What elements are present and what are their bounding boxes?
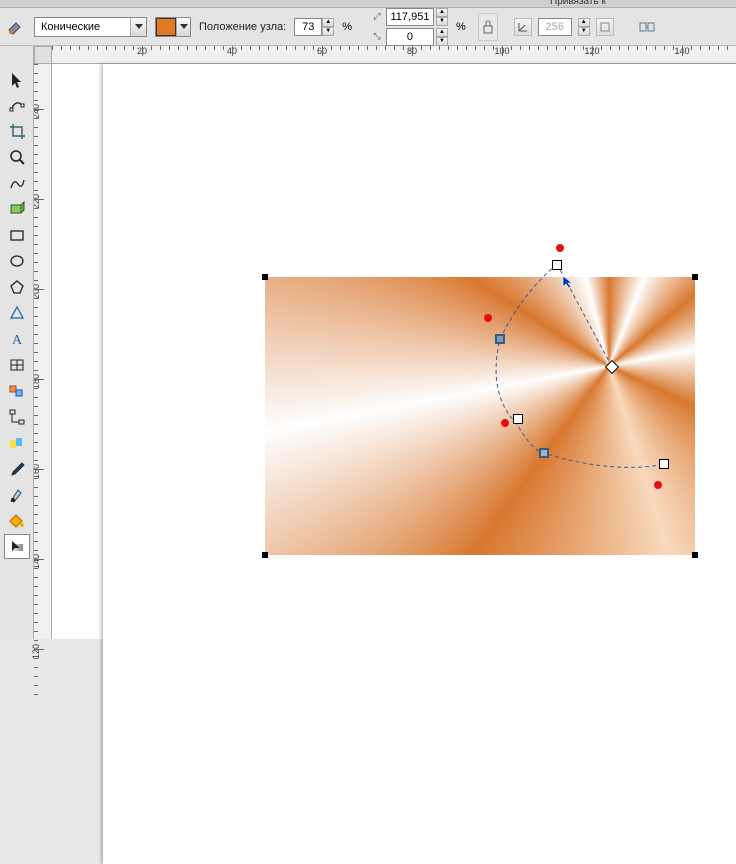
lock-button[interactable]: [478, 13, 498, 41]
pick-tool[interactable]: [4, 66, 30, 91]
crop-tool[interactable]: [4, 118, 30, 143]
ellipse-tool-icon: [8, 252, 26, 270]
midpoint-dot-2[interactable]: [484, 314, 492, 322]
outline-tool[interactable]: [4, 482, 30, 507]
color-swatch: [156, 18, 176, 36]
vertical-ruler[interactable]: 240220200180160140120: [34, 64, 52, 639]
interactive-fill-tool[interactable]: [4, 534, 30, 559]
crop-tool-icon: [8, 122, 26, 140]
interactive-fill-tool-icon: [8, 538, 26, 556]
node-position-input[interactable]: [294, 18, 322, 36]
steps-input[interactable]: [538, 18, 572, 36]
smart-fill-tool[interactable]: [4, 196, 30, 221]
chevron-down-icon: [180, 24, 188, 29]
blend-tool-icon: [8, 434, 26, 452]
coord-x-input[interactable]: [386, 8, 434, 26]
menu-fragment: Привязать к: [0, 0, 736, 8]
connector-tool[interactable]: [4, 404, 30, 429]
selection-handle-tl[interactable]: [262, 274, 268, 280]
fill-type-dropdown[interactable]: Конические: [34, 17, 147, 37]
fill-tool[interactable]: [4, 508, 30, 533]
gradient-object[interactable]: [265, 277, 695, 555]
zoom-tool[interactable]: [4, 144, 30, 169]
freehand-tool[interactable]: [4, 170, 30, 195]
ellipse-tool[interactable]: [4, 248, 30, 273]
fill-node-3[interactable]: [539, 448, 549, 458]
coord-group: ⤢ ▲▼ ⤡ ▲▼: [370, 8, 448, 46]
toolbox: A: [0, 46, 34, 639]
zoom-tool-icon: [8, 148, 26, 166]
midpoint-dot-3[interactable]: [501, 419, 509, 427]
color-dropdown-button[interactable]: [176, 18, 190, 36]
square-icon: [599, 21, 611, 33]
coord-x-spinner[interactable]: ▲▼: [436, 8, 448, 26]
node-position-unit: %: [342, 21, 352, 33]
selection-handle-tr[interactable]: [692, 274, 698, 280]
outline-tool-icon: [8, 486, 26, 504]
text-tool[interactable]: A: [4, 326, 30, 351]
table-tool-icon: [8, 356, 26, 374]
fill-color-picker[interactable]: [155, 17, 191, 37]
basic-shapes-tool-icon: [8, 304, 26, 322]
coord-y-spinner[interactable]: ▲▼: [436, 28, 448, 46]
y-icon: ⤡: [370, 30, 384, 44]
chevron-down-icon: [135, 24, 143, 29]
fill-type-value: Конические: [35, 21, 130, 33]
ruler-origin[interactable]: [34, 46, 52, 64]
rectangle-tool-icon: [8, 226, 26, 244]
svg-text:A: A: [12, 333, 23, 348]
cursor-icon: [562, 275, 576, 289]
pad-button[interactable]: [596, 18, 614, 36]
polygon-tool[interactable]: [4, 274, 30, 299]
rectangle-tool[interactable]: [4, 222, 30, 247]
selection-handle-bl[interactable]: [262, 552, 268, 558]
lock-icon: [483, 20, 493, 34]
fill-node-start[interactable]: [659, 459, 669, 469]
horizontal-ruler[interactable]: 20406080100120140: [34, 46, 736, 64]
steps-spinner[interactable]: ▲▼: [578, 18, 590, 36]
text-tool-icon: A: [8, 330, 26, 348]
connector-tool-icon: [8, 408, 26, 426]
dropdown-button[interactable]: [130, 18, 146, 36]
x-icon: ⤢: [370, 10, 384, 24]
basic-shapes-tool[interactable]: [4, 300, 30, 325]
edit-fill-icon[interactable]: [4, 16, 26, 38]
blend-tool[interactable]: [4, 430, 30, 455]
shape-tool-icon: [8, 96, 26, 114]
property-bar: Конические Положение узла: ▲▼ % ⤢ ▲▼ ⤡ ▲…: [0, 8, 736, 46]
fill-node-2[interactable]: [513, 414, 523, 424]
selection-handle-br[interactable]: [692, 552, 698, 558]
fill-node-end[interactable]: [552, 260, 562, 270]
smart-fill-tool-icon: [8, 200, 26, 218]
eyedropper-tool[interactable]: [4, 456, 30, 481]
shape-tool[interactable]: [4, 92, 30, 117]
polygon-tool-icon: [8, 278, 26, 296]
table-tool[interactable]: [4, 352, 30, 377]
fill-tool-icon: [8, 512, 26, 530]
node-position-spinner[interactable]: ▲▼: [322, 18, 334, 36]
node-position-label: Положение узла:: [199, 21, 286, 33]
copy-icon: [639, 20, 655, 34]
coord-unit: %: [456, 21, 466, 33]
fill-node-selected[interactable]: [495, 334, 505, 344]
angle-icon: [517, 21, 529, 33]
angle-button[interactable]: [514, 18, 532, 36]
dimension-tool-icon: [8, 382, 26, 400]
coord-y-input[interactable]: [386, 28, 434, 46]
freehand-tool-icon: [8, 174, 26, 192]
midpoint-dot-4[interactable]: [654, 481, 662, 489]
snap-label: Привязать к: [550, 0, 606, 7]
midpoint-dot-1[interactable]: [556, 244, 564, 252]
eyedropper-tool-icon: [8, 460, 26, 478]
copy-props-button[interactable]: [638, 18, 656, 36]
dimension-tool[interactable]: [4, 378, 30, 403]
canvas[interactable]: [52, 64, 736, 639]
pick-tool-icon: [8, 70, 26, 88]
